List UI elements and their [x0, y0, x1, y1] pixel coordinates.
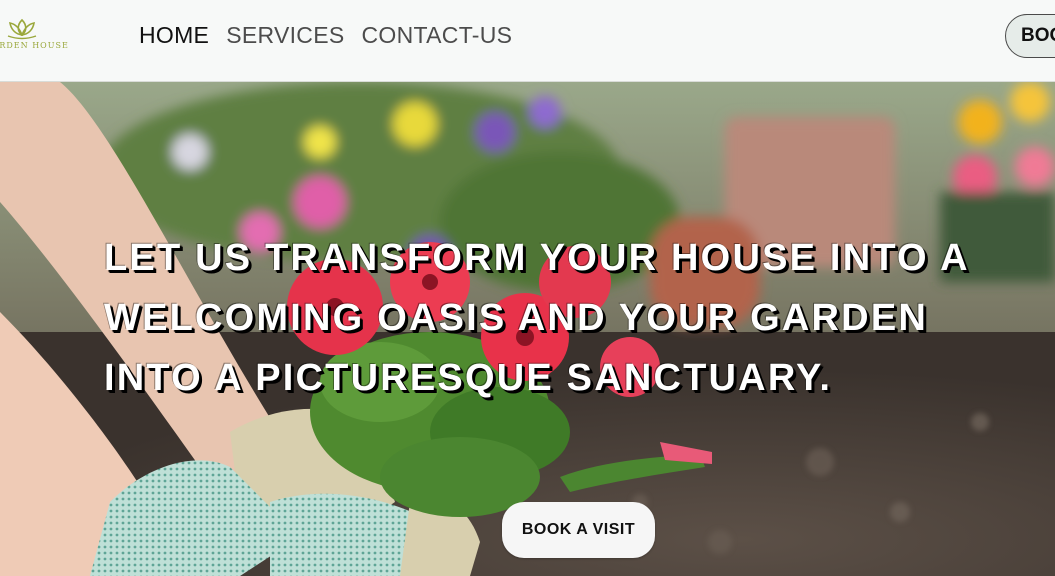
top-navbar: GARDEN HOUSE HOME SERVICES CONTACT-US BO…: [0, 0, 1055, 82]
nav-link-contact-us[interactable]: CONTACT-US: [362, 22, 513, 49]
hero-headline-line: WELCOMING OASIS AND YOUR GARDEN: [104, 297, 929, 339]
hero-headline-line: LET US TRANSFORM YOUR HOUSE INTO A: [104, 237, 970, 279]
nav-link-home[interactable]: HOME: [139, 22, 209, 49]
brand-logo[interactable]: GARDEN HOUSE: [0, 14, 72, 54]
nav-link-services[interactable]: SERVICES: [226, 22, 344, 49]
hero-section: LET US TRANSFORM YOUR HOUSE INTO A WELCO…: [0, 82, 1055, 576]
hero-headline: LET US TRANSFORM YOUR HOUSE INTO A WELCO…: [104, 228, 1044, 408]
brand-logo-text: GARDEN HOUSE: [0, 41, 69, 50]
lotus-icon: [7, 18, 37, 40]
nav-book-visit-button[interactable]: BOOK A VISIT: [1005, 14, 1055, 58]
primary-navigation: HOME SERVICES CONTACT-US: [139, 22, 512, 49]
hero-book-visit-button[interactable]: BOOK A VISIT: [502, 502, 655, 558]
hero-headline-line: INTO A PICTURESQUE SANCTUARY.: [104, 357, 833, 399]
